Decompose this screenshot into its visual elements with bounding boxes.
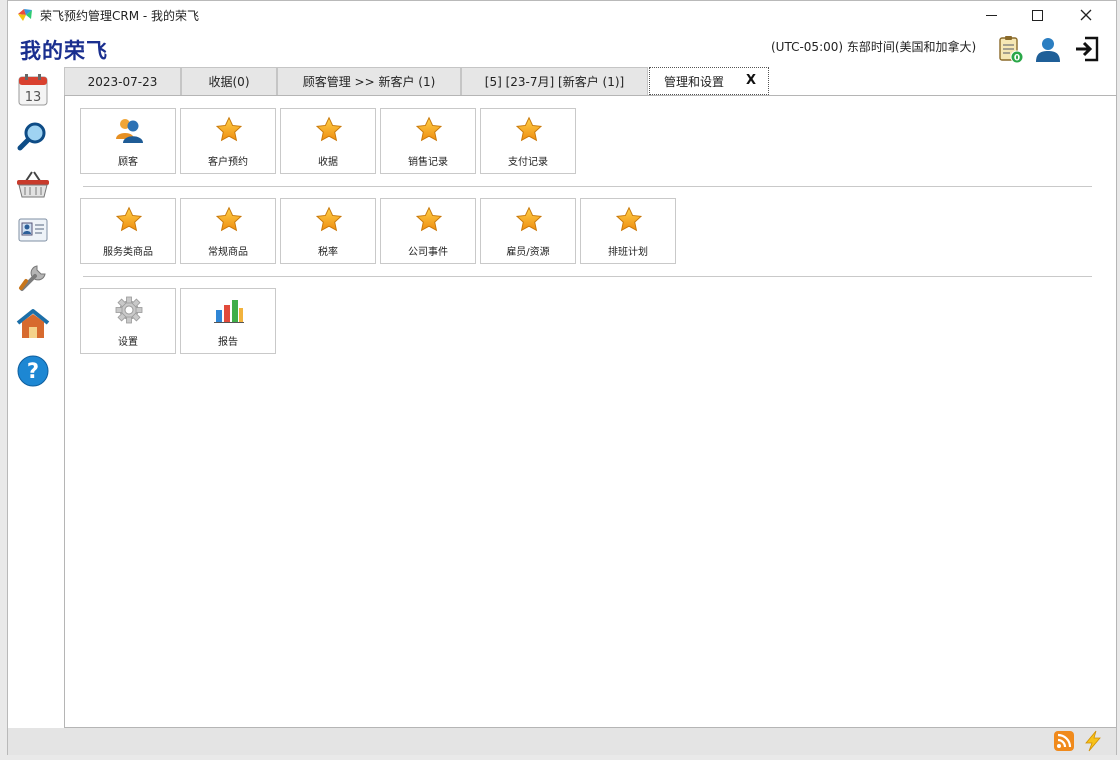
sidebar-item-calendar[interactable]: 13 (16, 73, 50, 107)
tile-label: 报告 (218, 337, 238, 348)
tile-label: 排班计划 (608, 247, 648, 258)
help-icon: ? (17, 355, 49, 387)
tile-label: 常规商品 (208, 247, 248, 258)
star-icon (413, 206, 445, 234)
window-title: 荣飞预约管理CRM - 我的荣飞 (40, 9, 200, 23)
tile-payment-records[interactable]: 支付记录 (480, 108, 576, 174)
star-icon (213, 206, 245, 234)
tile-regular-products[interactable]: 常规商品 (180, 198, 276, 264)
svg-text:?: ? (27, 359, 39, 383)
star-icon (213, 116, 245, 144)
maximize-icon (1031, 9, 1043, 21)
star-icon (313, 206, 345, 234)
page-title: 我的荣飞 (20, 38, 108, 63)
section-divider (83, 276, 1092, 277)
logout-icon[interactable] (1072, 34, 1102, 64)
sidebar-item-help[interactable]: ? (16, 354, 50, 388)
calendar-icon: 13 (18, 74, 48, 106)
search-icon (17, 122, 46, 151)
tab-date[interactable]: 2023-07-23 (64, 67, 181, 95)
app-window: 荣飞预约管理CRM - 我的荣飞 我的荣飞 (UTC-05:00) 东部时间(美… (7, 0, 1117, 755)
tile-employees-resources[interactable]: 雇员/资源 (480, 198, 576, 264)
lightning-icon[interactable] (1082, 730, 1104, 752)
tile-label: 服务类商品 (103, 247, 153, 258)
title-bar: 荣飞预约管理CRM - 我的荣飞 (8, 1, 1116, 29)
contact-card-icon (18, 218, 48, 242)
sidebar-item-tools[interactable] (16, 261, 50, 295)
tile-label: 支付记录 (508, 157, 548, 168)
minimize-icon (985, 14, 997, 16)
bar-chart-icon (214, 300, 244, 323)
star-icon (313, 116, 345, 144)
tile-label: 雇员/资源 (506, 247, 550, 258)
tab-customer-management[interactable]: 顾客管理 >> 新客户 (1) (277, 67, 461, 95)
basket-icon (17, 171, 49, 198)
tile-settings[interactable]: 设置 (80, 288, 176, 354)
star-icon (513, 116, 545, 144)
maximize-button[interactable] (1014, 1, 1060, 29)
tab-admin-settings[interactable]: 管理和设置 X (649, 67, 769, 95)
tab-close-button[interactable]: X (746, 73, 756, 88)
notes-icon[interactable]: 0 (995, 34, 1025, 64)
tile-label: 客户预约 (208, 157, 248, 168)
sidebar-item-search[interactable] (16, 119, 50, 153)
tile-label: 税率 (318, 247, 338, 258)
tab-new-customer-schedule[interactable]: [5] [23-7月] [新客户 (1)] (461, 67, 648, 95)
left-sidebar: 13 ? (8, 67, 63, 727)
customers-icon (116, 119, 143, 143)
tab-admin-settings-label: 管理和设置 (664, 74, 725, 89)
sidebar-item-home[interactable] (16, 307, 50, 341)
app-logo-icon (18, 9, 32, 21)
tile-company-events[interactable]: 公司事件 (380, 198, 476, 264)
tile-label: 顾客 (118, 157, 138, 168)
admin-settings-panel: 顾客 客户预约 收据 销售记录 支付记录 服务类商品 常规商品 税率 公司事件 … (64, 95, 1117, 728)
status-bar (8, 728, 1116, 755)
timezone-label: (UTC-05:00) 东部时间(美国和加拿大) (771, 40, 977, 54)
minimize-button[interactable] (968, 1, 1014, 29)
tile-shift-schedule[interactable]: 排班计划 (580, 198, 676, 264)
user-icon[interactable] (1033, 34, 1063, 64)
tile-label: 收据 (318, 157, 338, 168)
tile-customers[interactable]: 顾客 (80, 108, 176, 174)
tile-service-products[interactable]: 服务类商品 (80, 198, 176, 264)
tile-receipts[interactable]: 收据 (280, 108, 376, 174)
notes-badge: 0 (1014, 54, 1020, 64)
star-icon (613, 206, 645, 234)
tab-strip: 2023-07-23 收据(0) 顾客管理 >> 新客户 (1) [5] [23… (64, 67, 1117, 95)
close-button[interactable] (1063, 1, 1109, 29)
tab-receipts[interactable]: 收据(0) (181, 67, 277, 95)
tile-customer-appointments[interactable]: 客户预约 (180, 108, 276, 174)
app-header: 我的荣飞 (UTC-05:00) 东部时间(美国和加拿大) 0 (8, 29, 1116, 67)
star-icon (113, 206, 145, 234)
sidebar-item-contacts[interactable] (16, 213, 50, 247)
sidebar-item-basket[interactable] (16, 167, 50, 201)
tools-icon (19, 265, 46, 291)
calendar-date-label: 13 (25, 90, 42, 105)
rss-icon[interactable] (1054, 731, 1074, 751)
tile-label: 销售记录 (408, 157, 448, 168)
tile-label: 公司事件 (408, 247, 448, 258)
gear-icon (115, 296, 143, 324)
tile-label: 设置 (118, 337, 138, 348)
tile-reports[interactable]: 报告 (180, 288, 276, 354)
close-icon (1080, 9, 1092, 21)
tile-sales-records[interactable]: 销售记录 (380, 108, 476, 174)
tile-tax-rates[interactable]: 税率 (280, 198, 376, 264)
star-icon (513, 206, 545, 234)
star-icon (413, 116, 445, 144)
home-icon (16, 309, 50, 338)
section-divider (83, 186, 1092, 187)
